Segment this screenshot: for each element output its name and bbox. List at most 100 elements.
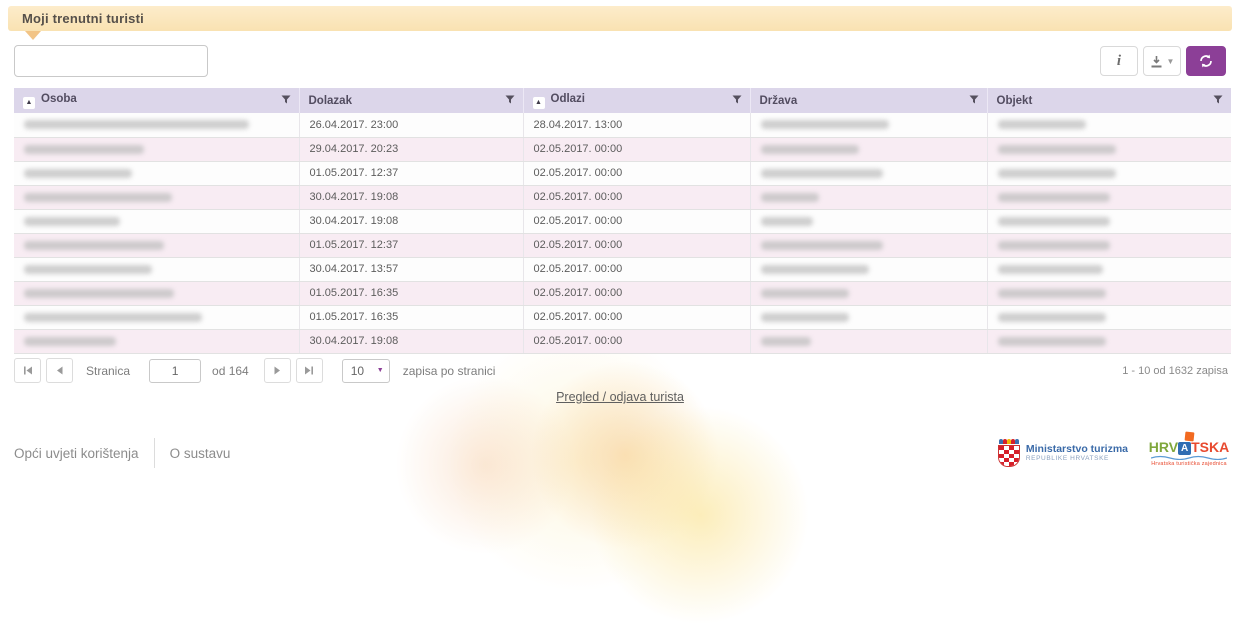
cell-dolazak: 01.05.2017. 12:37: [299, 161, 523, 185]
table-row[interactable]: 26.04.2017. 23:00 28.04.2017. 13:00: [14, 113, 1231, 137]
redacted-country: [761, 313, 849, 322]
table-row[interactable]: 01.05.2017. 16:35 02.05.2017. 00:00: [14, 305, 1231, 329]
table-row[interactable]: 01.05.2017. 16:35 02.05.2017. 00:00: [14, 281, 1231, 305]
column-header-odlazi[interactable]: ▲Odlazi: [523, 88, 750, 113]
cell-odlazi: 02.05.2017. 00:00: [523, 329, 750, 353]
redacted-country: [761, 241, 883, 250]
footer: Opći uvjeti korištenja O sustavu Minista…: [14, 433, 1230, 473]
filter-icon[interactable]: [281, 95, 291, 105]
tourist-checkout-link[interactable]: Pregled / odjava turista: [556, 390, 684, 404]
about-link[interactable]: O sustavu: [170, 446, 231, 461]
htz-wordmark: HRVATSKA: [1148, 440, 1230, 455]
cell-dolazak: 30.04.2017. 19:08: [299, 185, 523, 209]
info-button[interactable]: i: [1100, 46, 1138, 76]
cell-objekt: [987, 233, 1231, 257]
cell-odlazi: 02.05.2017. 00:00: [523, 305, 750, 329]
redacted-object: [998, 265, 1103, 274]
redacted-object: [998, 337, 1106, 346]
filter-icon[interactable]: [969, 95, 979, 105]
filter-icon[interactable]: [1213, 95, 1223, 105]
sort-asc-icon: ▲: [533, 97, 545, 109]
last-page-button[interactable]: [296, 358, 323, 383]
orange-square-icon: [1185, 431, 1195, 441]
ministry-name: Ministarstvo turizma: [1026, 444, 1128, 455]
next-page-icon: [274, 366, 281, 375]
next-page-button[interactable]: [264, 358, 291, 383]
cell-odlazi: 02.05.2017. 00:00: [523, 257, 750, 281]
redacted-country: [761, 120, 889, 129]
redacted-person-name: [24, 313, 202, 322]
export-button[interactable]: ▼: [1143, 46, 1181, 76]
pagination-bar: Stranica od 164 10 ▼ zapisa po stranici …: [14, 358, 1228, 383]
redacted-country: [761, 289, 849, 298]
cell-objekt: [987, 161, 1231, 185]
redacted-country: [761, 193, 819, 202]
filter-icon[interactable]: [505, 95, 515, 105]
croatian-tourist-board-logo: HRVATSKA Hrvatska turistička zajednica: [1148, 440, 1230, 467]
cell-objekt: [987, 185, 1231, 209]
table-row[interactable]: 01.05.2017. 12:37 02.05.2017. 00:00: [14, 233, 1231, 257]
cell-dolazak: 30.04.2017. 19:08: [299, 209, 523, 233]
redacted-country: [761, 145, 859, 154]
column-header-dolazak[interactable]: Dolazak: [299, 88, 523, 113]
cell-drzava: [750, 137, 987, 161]
column-header-osoba[interactable]: ▲Osoba: [14, 88, 299, 113]
cell-objekt: [987, 137, 1231, 161]
cell-drzava: [750, 329, 987, 353]
cell-osoba: [14, 329, 299, 353]
page-title: Moji trenutni turisti: [8, 6, 1232, 31]
filter-icon[interactable]: [732, 95, 742, 105]
redacted-object: [998, 193, 1110, 202]
table-row[interactable]: 30.04.2017. 19:08 02.05.2017. 00:00: [14, 329, 1231, 353]
redacted-object: [998, 289, 1106, 298]
cell-osoba: [14, 137, 299, 161]
cell-drzava: [750, 209, 987, 233]
cell-drzava: [750, 185, 987, 209]
redacted-object: [998, 241, 1110, 250]
cell-dolazak: 30.04.2017. 19:08: [299, 329, 523, 353]
htz-subtitle: Hrvatska turistička zajednica: [1148, 461, 1230, 467]
redacted-object: [998, 169, 1116, 178]
cell-odlazi: 02.05.2017. 00:00: [523, 185, 750, 209]
records-range-label: 1 - 10 od 1632 zapisa: [1122, 365, 1228, 377]
page-size-select[interactable]: 10 ▼: [342, 359, 390, 383]
cell-osoba: [14, 233, 299, 257]
cell-osoba: [14, 281, 299, 305]
column-header-objekt[interactable]: Objekt: [987, 88, 1231, 113]
table-row[interactable]: 30.04.2017. 19:08 02.05.2017. 00:00: [14, 185, 1231, 209]
download-icon: [1150, 55, 1163, 68]
refresh-button[interactable]: [1186, 46, 1226, 76]
redacted-person-name: [24, 265, 152, 274]
cell-drzava: [750, 281, 987, 305]
sort-asc-icon: ▲: [23, 97, 35, 109]
page-number-input[interactable]: [149, 359, 201, 383]
search-input[interactable]: [14, 45, 208, 77]
column-header-drzava[interactable]: Država: [750, 88, 987, 113]
cell-odlazi: 02.05.2017. 00:00: [523, 137, 750, 161]
first-page-button[interactable]: [14, 358, 41, 383]
info-icon: i: [1117, 53, 1121, 70]
redacted-country: [761, 265, 869, 274]
redacted-person-name: [24, 217, 120, 226]
prev-page-icon: [56, 366, 63, 375]
cell-dolazak: 01.05.2017. 12:37: [299, 233, 523, 257]
table-row[interactable]: 29.04.2017. 20:23 02.05.2017. 00:00: [14, 137, 1231, 161]
footer-divider: [154, 438, 155, 468]
redacted-object: [998, 217, 1110, 226]
cell-odlazi: 02.05.2017. 00:00: [523, 209, 750, 233]
prev-page-button[interactable]: [46, 358, 73, 383]
croatian-coat-of-arms-icon: [998, 439, 1020, 467]
table-row[interactable]: 01.05.2017. 12:37 02.05.2017. 00:00: [14, 161, 1231, 185]
footer-logos: Ministarstvo turizma REPUBLIKE HRVATSKE …: [998, 439, 1230, 467]
table-row[interactable]: 30.04.2017. 13:57 02.05.2017. 00:00: [14, 257, 1231, 281]
terms-link[interactable]: Opći uvjeti korištenja: [14, 446, 139, 461]
redacted-object: [998, 120, 1086, 129]
page-size-label: zapisa po stranici: [403, 364, 496, 378]
table-row[interactable]: 30.04.2017. 19:08 02.05.2017. 00:00: [14, 209, 1231, 233]
redacted-person-name: [24, 337, 116, 346]
page-tab-bar: Moji trenutni turisti: [8, 6, 1232, 31]
cell-objekt: [987, 113, 1231, 137]
redacted-person-name: [24, 241, 164, 250]
cell-odlazi: 02.05.2017. 00:00: [523, 161, 750, 185]
center-link-wrap: Pregled / odjava turista: [0, 388, 1240, 406]
